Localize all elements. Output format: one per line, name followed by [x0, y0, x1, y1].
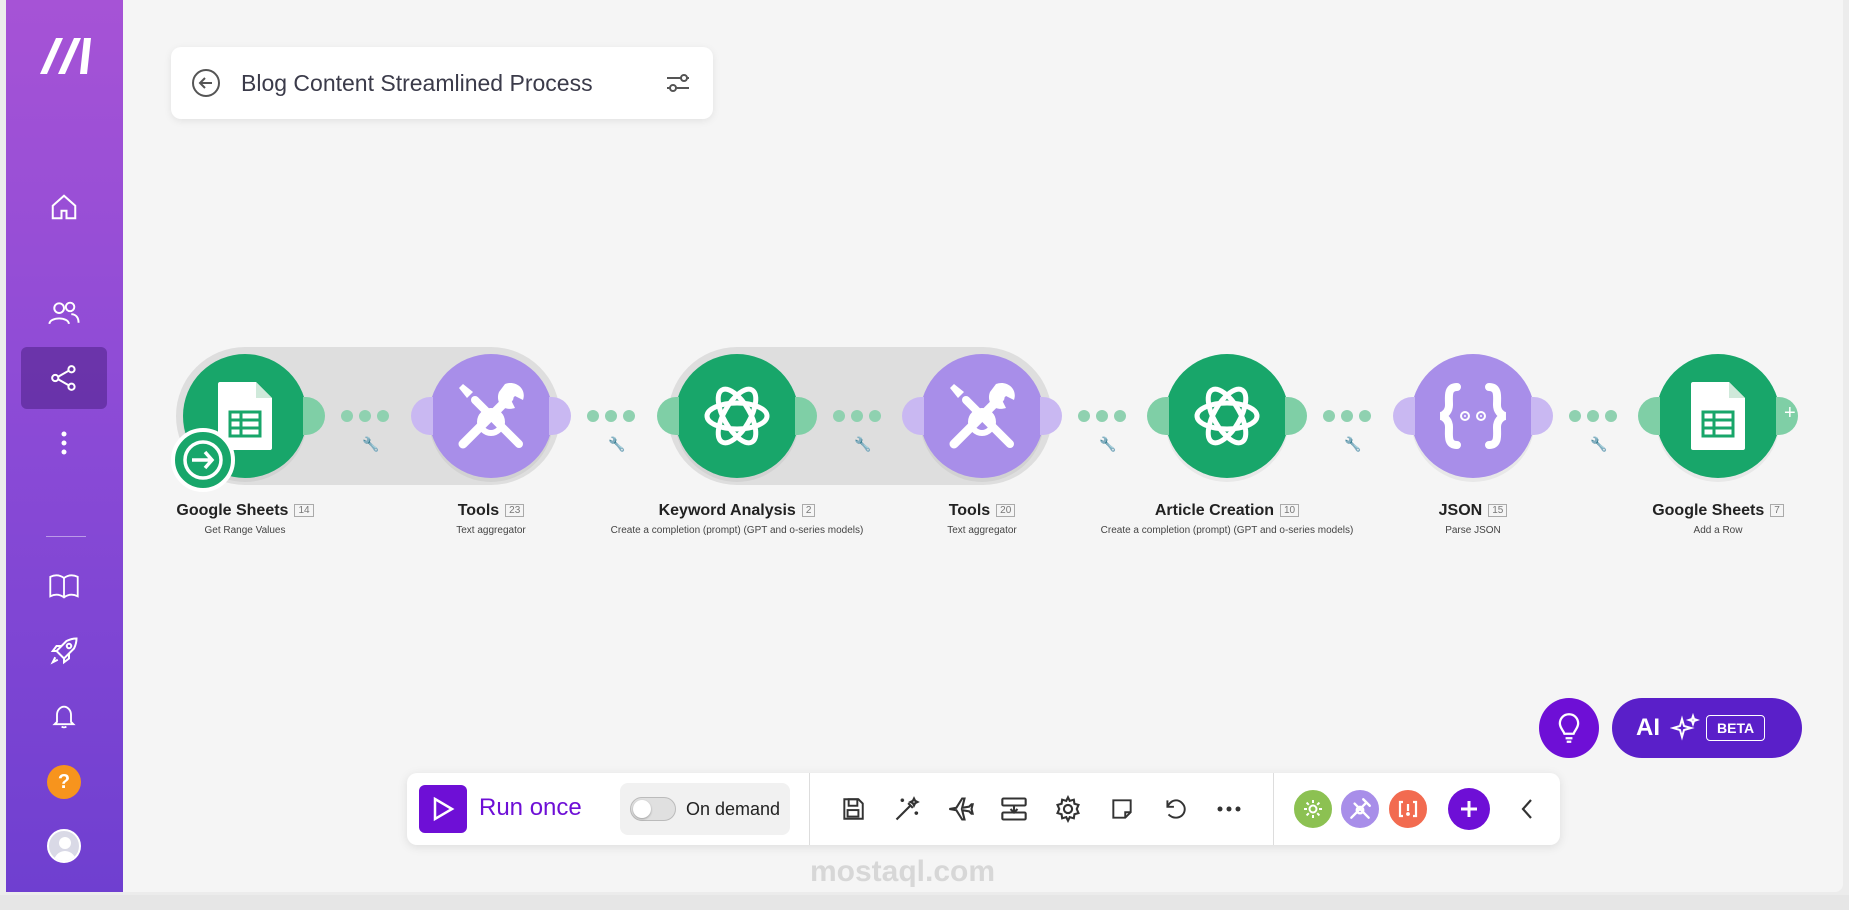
run-once-label[interactable]: Run once — [479, 794, 582, 822]
back-arrow-icon[interactable] — [189, 66, 223, 100]
connector[interactable] — [1078, 410, 1126, 422]
tools-button[interactable] — [1339, 788, 1381, 830]
connector[interactable] — [1323, 410, 1371, 422]
sidebar: ? — [6, 0, 123, 892]
help-button[interactable]: ? — [21, 751, 107, 813]
module-tools-1[interactable] — [411, 354, 571, 478]
align-icon[interactable] — [996, 791, 1032, 827]
wrench-icon[interactable]: 🔧 — [1344, 436, 1361, 453]
rocket-icon[interactable] — [21, 620, 107, 682]
play-icon — [433, 796, 455, 822]
plus-icon — [1461, 801, 1477, 817]
settings-gear-icon[interactable] — [1050, 791, 1086, 827]
airplane-icon[interactable] — [943, 791, 979, 827]
more-vertical-icon[interactable] — [21, 412, 107, 474]
connector[interactable] — [341, 410, 389, 422]
add-module-button[interactable] — [1448, 788, 1490, 830]
text-parser-icon — [1398, 800, 1418, 818]
team-icon[interactable] — [21, 282, 107, 344]
home-icon[interactable] — [21, 176, 107, 238]
settings-sliders-icon[interactable] — [661, 66, 695, 100]
module-tools-2[interactable] — [902, 354, 1062, 478]
ai-assistant-button[interactable]: AI BETA — [1612, 698, 1802, 758]
wrench-icon[interactable]: 🔧 — [1099, 436, 1116, 453]
wrench-icon[interactable]: 🔧 — [362, 436, 379, 453]
lightbulb-icon — [1558, 713, 1580, 743]
gear-icon — [1304, 800, 1322, 818]
module-label: Google Sheets 7 Add a Row — [1568, 502, 1849, 536]
wrench-icon[interactable]: 🔧 — [1590, 436, 1607, 453]
module-json[interactable] — [1393, 354, 1553, 478]
connector[interactable] — [833, 410, 881, 422]
connector[interactable] — [587, 410, 635, 422]
toolbar-divider — [809, 773, 810, 845]
note-icon[interactable] — [1104, 791, 1140, 827]
trigger-clock-badge[interactable] — [171, 428, 235, 492]
bottom-strip — [0, 895, 1849, 910]
openai-icon — [704, 386, 770, 446]
run-once-button[interactable] — [419, 785, 467, 833]
avatar — [47, 829, 81, 863]
schedule-toggle[interactable]: On demand — [620, 783, 790, 835]
wrench-icon[interactable]: 🔧 — [854, 436, 871, 453]
toolbar-divider — [1273, 773, 1274, 845]
scenario-header: Blog Content Streamlined Process — [171, 47, 713, 119]
save-icon[interactable] — [835, 791, 871, 827]
chevron-left-icon[interactable] — [1509, 791, 1545, 827]
schedule-switch[interactable] — [630, 797, 676, 821]
book-icon[interactable] — [21, 555, 107, 617]
arrow-right-circle-icon — [183, 440, 223, 480]
more-horizontal-icon[interactable] — [1211, 791, 1247, 827]
flow-control-button[interactable] — [1292, 788, 1334, 830]
tools-icon — [949, 382, 1015, 449]
connector[interactable] — [1569, 410, 1617, 422]
module-google-sheets-2[interactable] — [1638, 354, 1798, 478]
make-logo-icon[interactable] — [36, 34, 94, 76]
hint-button[interactable] — [1539, 698, 1599, 758]
question-icon: ? — [47, 765, 81, 799]
bottom-toolbar: Run once On demand — [407, 773, 1560, 845]
module-keyword-analysis[interactable] — [657, 354, 817, 478]
tools-icon — [1350, 798, 1371, 819]
scenarios-icon[interactable] — [21, 347, 107, 409]
module-article-creation[interactable] — [1147, 354, 1307, 478]
tools-icon — [458, 382, 524, 449]
json-braces-icon — [1439, 383, 1507, 449]
wrench-icon[interactable]: 🔧 — [608, 436, 625, 453]
sidebar-divider — [46, 536, 86, 537]
text-parser-button[interactable] — [1387, 788, 1429, 830]
bell-icon[interactable] — [21, 685, 107, 747]
google-sheets-icon — [1691, 382, 1745, 450]
undo-icon[interactable] — [1157, 791, 1193, 827]
user-avatar[interactable] — [21, 815, 107, 877]
scenario-title[interactable]: Blog Content Streamlined Process — [241, 70, 661, 97]
openai-icon — [1194, 386, 1260, 446]
magic-wand-icon[interactable] — [889, 791, 925, 827]
sparkle-icon — [1670, 713, 1700, 741]
add-module-plus-icon[interactable]: + — [1784, 402, 1796, 425]
watermark: mostaql.com — [810, 855, 996, 888]
